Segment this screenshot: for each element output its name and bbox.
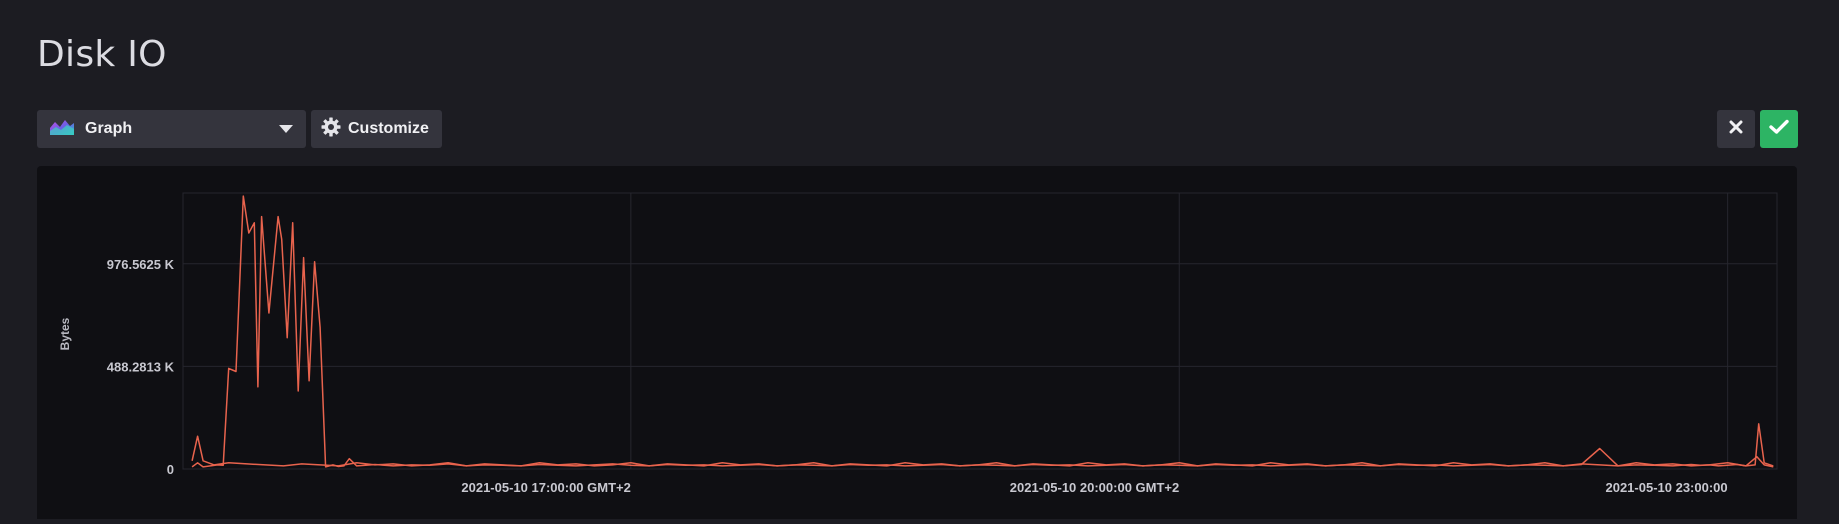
graph-type-icon — [49, 118, 75, 141]
y-tick-label: 0 — [167, 462, 174, 477]
series-line-2 — [191, 435, 1774, 468]
close-icon — [1728, 119, 1744, 140]
disk-io-chart: 0 488.2813 K 976.5625 K 2021-05-10 17:00:0… — [58, 192, 1778, 495]
save-button[interactable] — [1760, 110, 1798, 148]
toolbar: Graph Customize — [37, 110, 442, 148]
checkmark-icon — [1769, 119, 1789, 140]
chevron-down-icon — [279, 125, 293, 133]
y-tick-label: 976.5625 K — [107, 257, 175, 272]
x-tick-label: 2021-05-10 17:00:00 GMT+2 — [461, 480, 630, 495]
customize-label: Customize — [348, 120, 429, 137]
page-title: Disk IO — [37, 34, 167, 75]
chart-grid — [182, 192, 1778, 470]
cancel-button[interactable] — [1717, 110, 1755, 148]
x-tick-label: 2021-05-10 23:00:00 — [1605, 480, 1727, 495]
graph-panel: 0 488.2813 K 976.5625 K 2021-05-10 17:00:0… — [37, 166, 1797, 519]
gear-icon — [321, 117, 341, 142]
chart-series — [191, 195, 1774, 468]
visualization-type-dropdown[interactable]: Graph — [37, 110, 306, 148]
y-tick-label: 488.2813 K — [107, 359, 175, 374]
y-axis-label: Bytes — [58, 317, 72, 350]
x-tick-label: 2021-05-10 20:00:00 GMT+2 — [1010, 480, 1179, 495]
plot-border — [182, 192, 1778, 470]
series-line-1 — [191, 195, 1774, 468]
customize-button[interactable]: Customize — [311, 110, 442, 148]
x-axis-ticks: 2021-05-10 17:00:00 GMT+2 2021-05-10 20:0… — [461, 480, 1727, 495]
visualization-type-label: Graph — [85, 120, 133, 137]
y-axis-ticks: 0 488.2813 K 976.5625 K — [107, 257, 175, 477]
